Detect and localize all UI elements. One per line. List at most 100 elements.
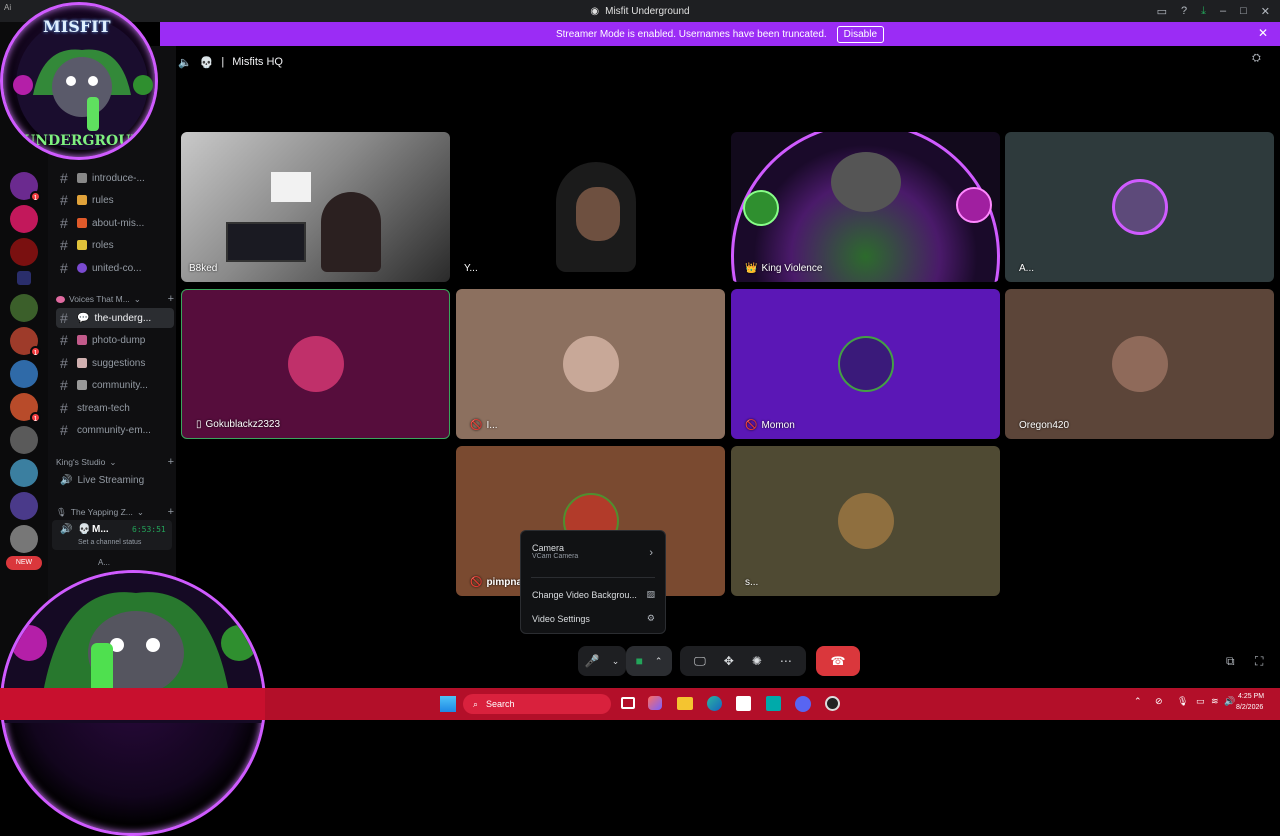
inbox-icon[interactable]: ▭: [1157, 5, 1167, 18]
add-channel-icon[interactable]: +: [168, 506, 174, 518]
server-icon[interactable]: [10, 525, 38, 553]
channel-item[interactable]: # community-em...: [56, 420, 174, 440]
server-icon[interactable]: [10, 360, 38, 388]
server-icon[interactable]: [10, 205, 38, 233]
video-tile[interactable]: 🚫 I...: [456, 289, 725, 439]
channel-item-active[interactable]: # 💬 the-underg...: [56, 308, 174, 328]
skull-icon: 💀: [199, 56, 214, 69]
category-label: Voices That M...: [69, 294, 130, 304]
app-icon[interactable]: [766, 696, 781, 711]
volume-icon[interactable]: 🔊: [1224, 696, 1235, 707]
channel-item[interactable]: # rules: [56, 190, 174, 210]
disconnect-button[interactable]: ☎: [816, 646, 860, 676]
more-icon[interactable]: ⋯: [780, 654, 792, 668]
activity-icon[interactable]: ⛭: [1252, 52, 1261, 65]
add-channel-icon[interactable]: +: [168, 293, 174, 305]
camera-icon[interactable]: ■: [636, 654, 643, 668]
server-icon[interactable]: 1: [10, 172, 41, 202]
search-icon: ⌕: [473, 698, 479, 709]
fullscreen-icon[interactable]: ⛶: [1255, 654, 1263, 669]
voice-member-name: A...: [98, 558, 111, 567]
obs-icon[interactable]: [825, 696, 840, 711]
video-tile[interactable]: Y...: [456, 132, 725, 282]
channel-item[interactable]: # stream-tech: [56, 398, 174, 418]
channel-status-hint[interactable]: Set a channel status: [78, 539, 141, 546]
channel-item[interactable]: # united-co...: [56, 258, 174, 278]
channel-item[interactable]: # about-mis...: [56, 213, 174, 233]
clock-date[interactable]: 8/2/2026: [1236, 704, 1263, 711]
category-kings-studio[interactable]: King's Studio ⌄ +: [56, 456, 174, 468]
leaf-icon: [743, 190, 779, 226]
microphone-icon[interactable]: 🎤: [585, 654, 600, 668]
maximize-button[interactable]: □: [1240, 5, 1247, 17]
video-tile[interactable]: B8ked: [181, 132, 450, 282]
brain-icon: [56, 295, 65, 303]
server-icon[interactable]: 1: [10, 327, 41, 357]
close-button[interactable]: ✕: [1261, 5, 1270, 18]
microphone-tray-icon[interactable]: 🎙: [1177, 696, 1188, 707]
channel-item[interactable]: # photo-dump: [56, 330, 174, 350]
camera-label: Camera: [532, 543, 565, 553]
video-tile[interactable]: 👑 King Violence: [731, 132, 1000, 282]
clock-time[interactable]: 4:25 PM: [1238, 693, 1264, 700]
voice-channel-status[interactable]: 🔊 💀 M... 6:53:51 Set a channel status: [52, 520, 172, 550]
chevron-up-icon[interactable]: ⌃: [1134, 696, 1142, 707]
popout-icon[interactable]: ⧉: [1226, 654, 1235, 669]
file-explorer-icon[interactable]: [677, 697, 693, 710]
server-icon[interactable]: [17, 271, 31, 285]
channel-label: roles: [92, 239, 114, 251]
server-icon[interactable]: [10, 459, 38, 487]
channel-label: about-mis...: [92, 217, 145, 229]
voice-channel-live-streaming[interactable]: 🔊 Live Streaming: [56, 470, 174, 490]
server-icon[interactable]: [10, 492, 38, 520]
banner-text: Streamer Mode is enabled. Usernames have…: [555, 28, 827, 40]
channel-item[interactable]: # community...: [56, 375, 174, 395]
network-off-icon[interactable]: ⊘: [1155, 696, 1163, 707]
server-icon[interactable]: [10, 294, 38, 322]
screen-share-icon[interactable]: 🖵: [694, 654, 706, 669]
taskbar-search[interactable]: ⌕ Search: [463, 694, 611, 714]
channel-item[interactable]: # roles: [56, 235, 174, 255]
minimize-button[interactable]: –: [1220, 5, 1226, 17]
windows-start-icon[interactable]: [440, 696, 456, 712]
help-icon[interactable]: ?: [1181, 5, 1187, 17]
video-tile[interactable]: ▯ Gokublackz2323: [181, 289, 450, 439]
change-background-item[interactable]: Change Video Backgrou... ▨: [532, 589, 655, 600]
camera-control[interactable]: ■ ⌃: [626, 646, 672, 676]
copilot-icon[interactable]: [648, 696, 662, 710]
video-tile[interactable]: Oregon420: [1005, 289, 1274, 439]
video-tile[interactable]: 🚫 Momon: [731, 289, 1000, 439]
wifi-icon[interactable]: ≋: [1211, 696, 1219, 707]
server-icon[interactable]: [10, 238, 38, 266]
banner-close-icon[interactable]: ✕: [1258, 26, 1268, 40]
chevron-down-icon[interactable]: ⌄: [612, 656, 620, 667]
corner-label: Ai: [4, 3, 12, 12]
video-tile[interactable]: A...: [1005, 132, 1274, 282]
category-yapping[interactable]: 🎙 The Yapping Z... ⌄ +: [56, 506, 174, 518]
channel-item[interactable]: # introduce-...: [56, 168, 174, 188]
disable-button[interactable]: Disable: [836, 25, 885, 43]
unread-badge: 1: [30, 346, 41, 357]
participant-name: Oregon420: [1019, 420, 1070, 431]
display-icon[interactable]: ▭: [1196, 696, 1205, 707]
camera-menu-item[interactable]: Camera VCam Camera: [532, 543, 655, 560]
chevron-up-icon[interactable]: ⌃: [655, 656, 663, 667]
edge-icon[interactable]: [707, 696, 722, 711]
soundboard-icon[interactable]: ✺: [752, 654, 762, 668]
mic-control[interactable]: 🎤 ⌄: [578, 646, 626, 676]
video-tile[interactable]: s...: [731, 446, 1000, 596]
discord-taskbar-icon[interactable]: [795, 696, 811, 712]
activities-icon[interactable]: ✥: [724, 654, 734, 668]
window-controls: ▭ ? ⤓ – □ ✕: [1157, 0, 1270, 22]
download-icon[interactable]: ⤓: [1201, 5, 1206, 18]
server-icon[interactable]: [10, 426, 38, 454]
store-icon[interactable]: [736, 696, 751, 711]
video-settings-item[interactable]: Video Settings ⚙: [532, 613, 655, 624]
add-channel-icon[interactable]: +: [168, 456, 174, 468]
channel-item[interactable]: # suggestions: [56, 353, 174, 373]
task-view-icon[interactable]: [621, 697, 635, 709]
server-icon[interactable]: 1: [10, 393, 41, 423]
avatar: [837, 493, 894, 549]
category-voices[interactable]: Voices That M... ⌄ +: [56, 293, 174, 305]
speech-icon: 💬: [77, 312, 90, 324]
